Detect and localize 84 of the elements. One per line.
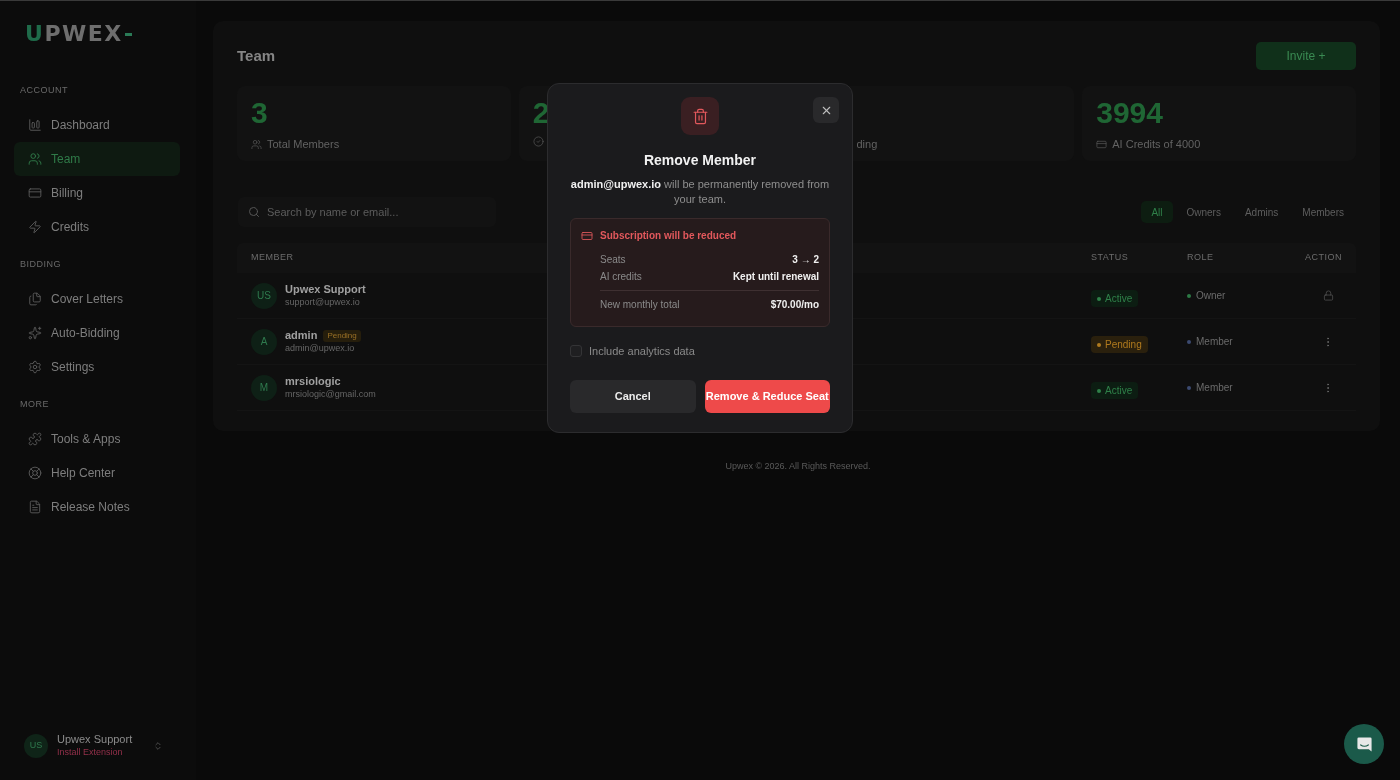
user-avatar: US bbox=[24, 733, 48, 758]
filter-tab[interactable]: Owners bbox=[1176, 201, 1231, 223]
stat-label: Total Members bbox=[267, 137, 340, 152]
close-button[interactable] bbox=[813, 97, 839, 123]
member-email: mrsiologic@gmail.com bbox=[285, 388, 376, 400]
notice-label: New monthly total bbox=[600, 297, 680, 312]
role-label: Owner bbox=[1196, 289, 1226, 303]
lightning-icon bbox=[28, 220, 42, 234]
checkbox-label: Include analytics data bbox=[589, 344, 695, 359]
filter-tab[interactable]: All bbox=[1141, 201, 1173, 223]
status-label: Active bbox=[1105, 292, 1133, 306]
footer-text: Upwex © 2026. All Rights Reserved. bbox=[725, 460, 871, 473]
files-icon bbox=[28, 292, 42, 306]
puzzle-icon bbox=[28, 432, 42, 446]
lock-icon bbox=[1323, 290, 1334, 301]
cancel-button[interactable]: Cancel bbox=[570, 379, 696, 413]
notice-value: 3 → 2 bbox=[792, 253, 819, 267]
notice-value: Kept until renewal bbox=[732, 270, 819, 284]
nav-item[interactable]: Credits bbox=[14, 210, 180, 244]
notice-title: Subscription will be reduced bbox=[600, 229, 737, 243]
notice-value: $70.00/mo bbox=[770, 297, 819, 312]
section-label: ACCOUNT bbox=[20, 84, 68, 98]
lifebuoy-icon bbox=[28, 466, 42, 480]
member-name: mrsiologic bbox=[285, 375, 341, 389]
member-email: admin@upwex.io bbox=[285, 342, 356, 354]
nav-item[interactable]: Cover Letters bbox=[14, 282, 180, 316]
notice-label: Seats bbox=[600, 253, 626, 267]
nav-item[interactable]: Release Notes bbox=[14, 490, 180, 524]
member-avatar: US bbox=[251, 282, 277, 309]
search-icon bbox=[248, 206, 260, 218]
page-title: Team bbox=[237, 45, 276, 66]
check-circle-icon bbox=[532, 136, 544, 147]
nav-item[interactable]: Help Center bbox=[14, 456, 180, 490]
modal-message: admin@upwex.io will be permanently removed from your team. bbox=[570, 177, 830, 207]
users-icon bbox=[251, 138, 262, 150]
card-icon bbox=[1096, 138, 1108, 150]
remove-button[interactable]: Remove & Reduce Seat bbox=[704, 379, 830, 413]
modal-title: Remove Member bbox=[643, 151, 756, 170]
nav-item[interactable]: Billing bbox=[14, 176, 180, 210]
chart-icon bbox=[28, 118, 42, 132]
column-header: STATUS bbox=[1091, 252, 1129, 263]
chat-button[interactable] bbox=[1344, 724, 1384, 764]
stat-value: 2 bbox=[532, 98, 550, 128]
stat-label: AI Credits of 4000 bbox=[1112, 137, 1201, 152]
users-icon bbox=[28, 152, 42, 166]
user-name: Upwex Support bbox=[57, 733, 133, 747]
nav-item[interactable]: Settings bbox=[14, 350, 180, 384]
column-header: MEMBER bbox=[251, 252, 294, 263]
logo: UPWEX bbox=[25, 23, 132, 45]
card-icon bbox=[581, 229, 593, 242]
filter-tab[interactable]: Admins bbox=[1234, 201, 1289, 223]
section-label: MORE bbox=[20, 398, 49, 412]
pending-tag: Pending bbox=[323, 329, 361, 342]
stat-label: ding bbox=[856, 137, 878, 152]
member-avatar: M bbox=[251, 374, 277, 401]
column-header: ROLE bbox=[1187, 252, 1214, 263]
nav-item[interactable]: Team bbox=[14, 142, 180, 176]
chat-icon bbox=[1355, 735, 1373, 753]
member-name: Upwex Support bbox=[285, 283, 366, 297]
nav-item[interactable]: Auto-Bidding bbox=[14, 316, 180, 350]
member-email: support@upwex.io bbox=[285, 296, 361, 308]
document-icon bbox=[28, 500, 42, 514]
card-icon bbox=[28, 186, 42, 200]
status-label: Pending bbox=[1105, 338, 1142, 352]
role-label: Member bbox=[1196, 335, 1233, 349]
nav-item[interactable]: Tools & Apps bbox=[14, 422, 180, 456]
status-label: Active bbox=[1105, 384, 1133, 398]
stat-value: 3 bbox=[251, 98, 268, 128]
invite-button[interactable]: Invite + bbox=[1256, 42, 1356, 70]
member-avatar: A bbox=[251, 328, 277, 355]
section-label: BIDDING bbox=[20, 258, 61, 272]
checkbox[interactable] bbox=[570, 345, 582, 358]
stat-value: 3994 bbox=[1096, 98, 1163, 128]
notice-label: AI credits bbox=[600, 270, 642, 284]
sparkle-icon bbox=[28, 326, 42, 340]
settings-icon bbox=[28, 360, 42, 374]
filter-tab[interactable]: Members bbox=[1292, 201, 1354, 223]
trash-icon bbox=[681, 97, 719, 135]
role-label: Member bbox=[1196, 381, 1233, 395]
install-extension-link[interactable]: Install Extension bbox=[57, 746, 133, 758]
column-header: ACTION bbox=[1305, 251, 1342, 265]
member-name: admin bbox=[285, 329, 318, 343]
nav-item[interactable]: Dashboard bbox=[14, 108, 180, 142]
chevrons-icon[interactable] bbox=[153, 740, 164, 751]
